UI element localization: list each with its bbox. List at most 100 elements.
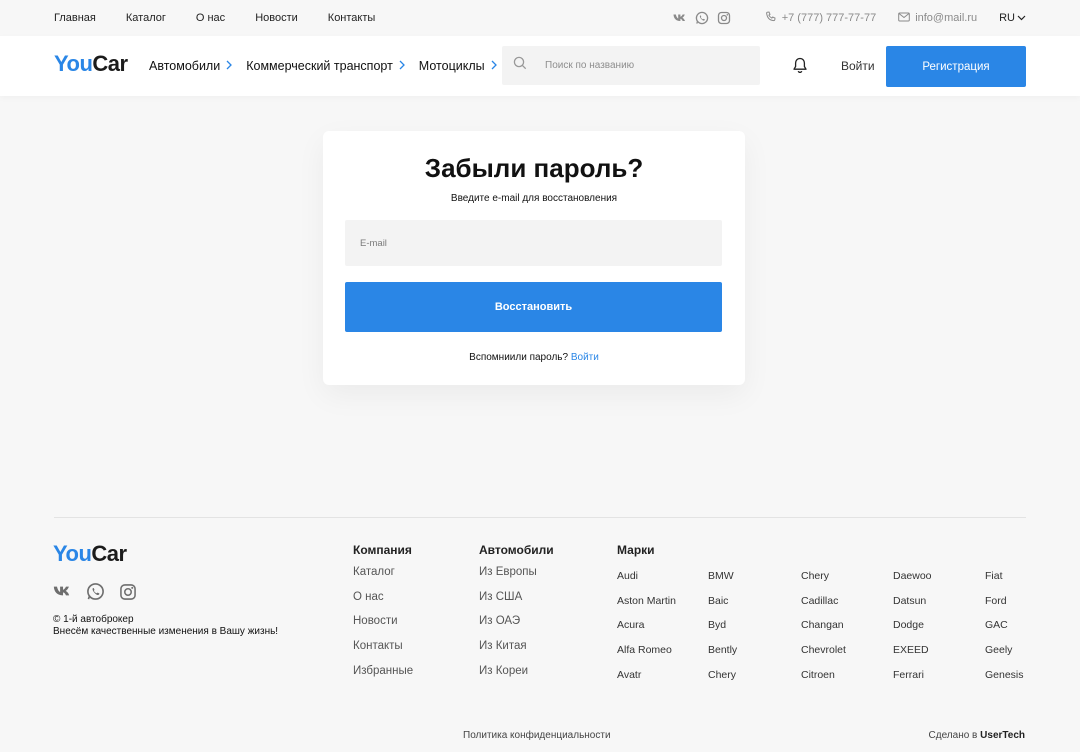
privacy-policy-link[interactable]: Политика конфиденциальности [463, 730, 611, 741]
logo-part-car: Car [91, 541, 127, 566]
footer-logo[interactable]: YouCar [53, 541, 127, 567]
bell-icon[interactable] [792, 57, 808, 79]
footer-column-title: Автомобили [479, 543, 554, 557]
email-text: info@mail.ru [915, 12, 978, 24]
footer-link[interactable]: Контакты [353, 640, 413, 665]
made-by-prefix: Сделано в [928, 730, 978, 741]
card-subtitle: Введите e-mail для восстановления [450, 193, 618, 204]
brand-grid: Audi BMW Chery Daewoo Fiat Aston Martin … [617, 570, 1045, 693]
brand-link[interactable]: GAC [985, 619, 1045, 644]
footer-link[interactable]: Из ОАЭ [479, 615, 554, 640]
top-link-about[interactable]: О нас [196, 12, 225, 24]
logo-part-you: You [53, 541, 92, 566]
brand-link[interactable]: Dodge [893, 619, 985, 644]
brand-link[interactable]: Chery [708, 669, 801, 694]
footer-link[interactable]: Из Европы [479, 566, 554, 591]
brand-link[interactable]: Changan [801, 619, 893, 644]
top-link-catalog[interactable]: Каталог [126, 12, 166, 24]
language-selector[interactable]: RU [999, 12, 1026, 24]
brand-link[interactable]: Byd [708, 619, 801, 644]
logo-part-car: Car [92, 51, 128, 76]
chevron-right-icon [485, 59, 497, 73]
footer-link[interactable]: Из США [479, 591, 554, 616]
mail-icon [898, 12, 910, 25]
header-logo[interactable]: YouCar [54, 51, 128, 77]
brand-link[interactable]: Fiat [985, 570, 1045, 595]
restore-button[interactable]: Восстановить [345, 282, 722, 332]
footer-column-brands: Марки [617, 543, 655, 566]
made-by-name[interactable]: UserTech [980, 730, 1025, 741]
brand-link[interactable]: Cadillac [801, 595, 893, 620]
instagram-icon[interactable] [119, 583, 137, 606]
brand-link[interactable]: Avatr [617, 669, 708, 694]
nav-item-cars[interactable]: Автомобили [149, 59, 233, 73]
top-right-group: +7 (777) 777-77-77 info@mail.ru RU [673, 0, 1026, 36]
brand-link[interactable]: Genesis [985, 669, 1045, 694]
email-field[interactable] [345, 220, 722, 266]
email-contact[interactable]: info@mail.ru [898, 12, 977, 25]
instagram-icon[interactable] [717, 11, 731, 25]
logo-part-you: You [54, 51, 93, 76]
top-utility-bar: Главная Каталог О нас Новости Контакты +… [0, 0, 1080, 36]
brand-link[interactable]: Daewoo [893, 570, 985, 595]
footer-link[interactable]: Из Китая [479, 640, 554, 665]
brand-link[interactable]: Chery [801, 570, 893, 595]
brand-link[interactable]: BMW [708, 570, 801, 595]
brand-link[interactable]: Geely [985, 644, 1045, 669]
nav-item-label: Мотоциклы [418, 59, 485, 73]
whatsapp-icon[interactable] [86, 582, 105, 606]
chevron-right-icon [220, 59, 233, 73]
phone-contact[interactable]: +7 (777) 777-77-77 [765, 10, 877, 26]
top-social [673, 11, 731, 25]
search-input[interactable] [545, 60, 745, 71]
top-link-contacts[interactable]: Контакты [328, 12, 376, 24]
footer-link[interactable]: О нас [353, 591, 413, 616]
brand-link[interactable]: Ford [985, 595, 1045, 620]
brand-link[interactable]: Alfa Romeo [617, 644, 708, 669]
whatsapp-icon[interactable] [695, 11, 709, 25]
footer-column-title: Марки [617, 543, 655, 557]
top-link-home[interactable]: Главная [54, 12, 96, 24]
language-label: RU [999, 12, 1015, 24]
footer-link[interactable]: Избранные [353, 665, 413, 690]
top-link-news[interactable]: Новости [255, 12, 298, 24]
brand-link[interactable]: Aston Martin [617, 595, 708, 620]
copyright-text: © 1-й автоброкер [53, 614, 134, 625]
brand-link[interactable]: EXEED [893, 644, 985, 669]
nav-item-commercial[interactable]: Коммерческий транспорт [246, 59, 405, 73]
footer-copyright: © 1-й автоброкер Внесём качественные изм… [53, 614, 278, 638]
phone-text: +7 (777) 777-77-77 [781, 12, 877, 24]
vk-icon[interactable] [673, 14, 687, 23]
brand-link[interactable]: Bently [708, 644, 801, 669]
brand-link[interactable]: Baic [708, 595, 801, 620]
brand-link[interactable]: Citroen [801, 669, 893, 694]
main-nav: Автомобили Коммерческий транспорт Мотоци… [149, 36, 511, 96]
slogan-text: Внесём качественные изменения в Вашу жиз… [53, 626, 279, 637]
top-links: Главная Каталог О нас Новости Контакты [54, 0, 405, 36]
footer-link[interactable]: Новости [353, 615, 413, 640]
register-button[interactable]: Регистрация [886, 46, 1026, 87]
vk-icon[interactable] [53, 585, 72, 603]
search-icon [502, 56, 527, 75]
footer-column-cars: Автомобили Из Европы Из США Из ОАЭ Из Ки… [479, 543, 554, 689]
login-link[interactable]: Войти [841, 59, 875, 73]
main-header: YouCar Автомобили Коммерческий транспорт… [0, 36, 1080, 96]
footer-link[interactable]: Каталог [353, 566, 413, 591]
footer-link[interactable]: Из Кореи [479, 665, 554, 690]
card-title: Забыли пароль? [424, 153, 644, 183]
brand-link[interactable]: Audi [617, 570, 708, 595]
forgot-password-card: Забыли пароль? Введите e-mail для восста… [323, 131, 745, 385]
remember-prompt: Вспомниили пароль? Войти [323, 352, 745, 363]
brand-link[interactable]: Ferrari [893, 669, 985, 694]
brand-link[interactable]: Acura [617, 619, 708, 644]
footer-column-title: Компания [353, 543, 412, 557]
brand-link[interactable]: Chevrolet [801, 644, 893, 669]
remember-login-link[interactable]: Войти [571, 352, 599, 363]
nav-item-label: Автомобили [149, 59, 221, 73]
chevron-right-icon [393, 59, 405, 73]
made-by-credit: Сделано в UserTech [929, 730, 1025, 741]
footer-social [53, 582, 137, 606]
footer-divider [54, 517, 1026, 518]
brand-link[interactable]: Datsun [893, 595, 985, 620]
nav-item-motorcycles[interactable]: Мотоциклы [419, 59, 497, 73]
